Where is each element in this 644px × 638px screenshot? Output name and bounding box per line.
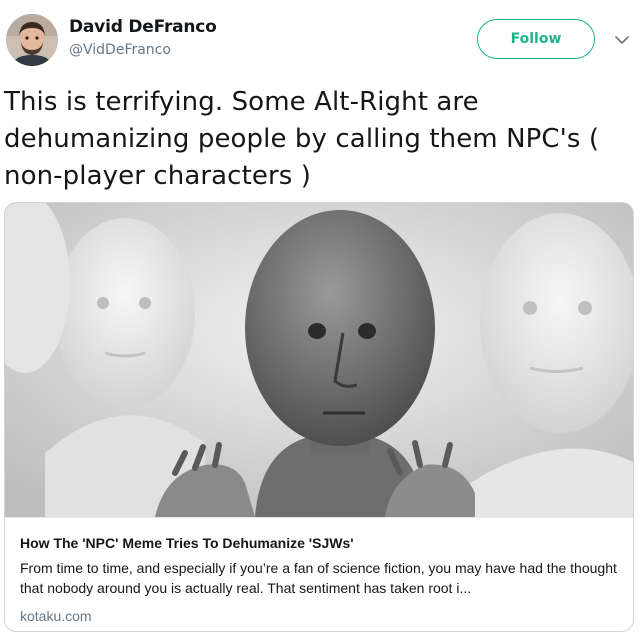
follow-button[interactable]: Follow — [477, 19, 595, 59]
tweet-text: This is terrifying. Some Alt-Right are d… — [4, 87, 600, 191]
card-description: From time to time, and especially if you… — [20, 560, 617, 596]
card-title[interactable]: How The 'NPC' Meme Tries To Dehumanize '… — [20, 535, 620, 551]
author-display-name[interactable]: David DeFranco — [69, 17, 217, 37]
card-image[interactable] — [5, 203, 633, 517]
card-body[interactable]: How The 'NPC' Meme Tries To Dehumanize '… — [5, 517, 633, 631]
tweet: David DeFranco @VidDeFranco Follow This … — [0, 0, 644, 638]
link-card[interactable]: How The 'NPC' Meme Tries To Dehumanize '… — [4, 202, 634, 632]
avatar[interactable] — [6, 14, 58, 66]
card-domain: kotaku.com — [20, 608, 92, 624]
chevron-down-icon[interactable] — [612, 30, 632, 50]
author-handle[interactable]: @VidDeFranco — [69, 42, 217, 58]
author-info: David DeFranco @VidDeFranco — [69, 17, 217, 58]
